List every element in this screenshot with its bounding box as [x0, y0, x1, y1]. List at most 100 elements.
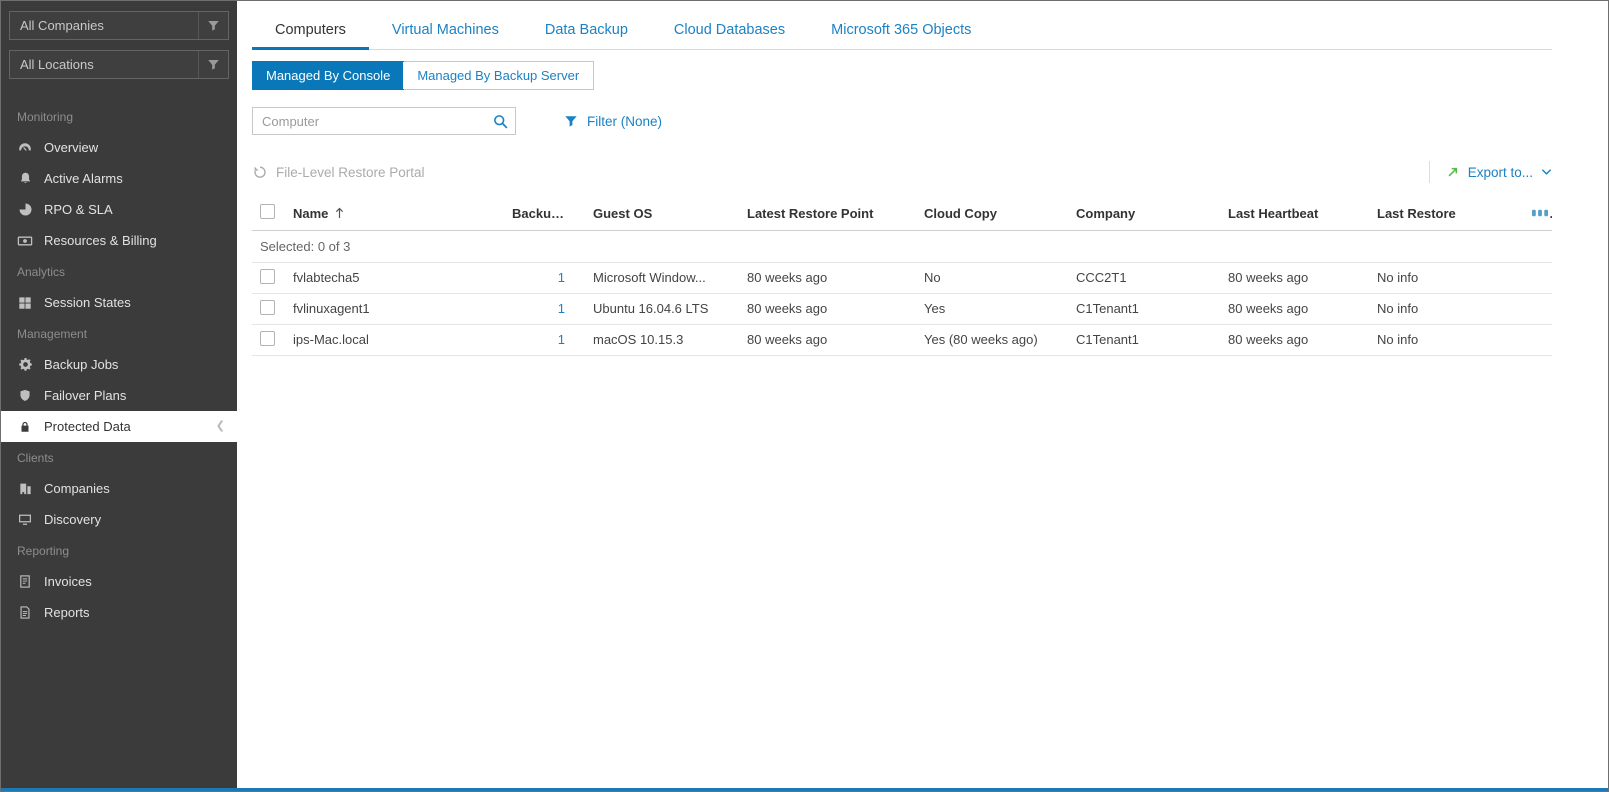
- cell-name: fvlabtecha5: [293, 262, 512, 294]
- tab-microsoft-365-objects[interactable]: Microsoft 365 Objects: [808, 22, 994, 49]
- row-checkbox[interactable]: [260, 268, 275, 284]
- sidebar-item-label: Backup Jobs: [44, 357, 119, 372]
- company-filter-value: All Companies: [20, 18, 104, 33]
- file-level-restore-portal-button[interactable]: File-Level Restore Portal: [252, 164, 425, 180]
- sidebar-item-label: Reports: [44, 605, 90, 620]
- search-icon[interactable]: [492, 113, 509, 130]
- shield-icon: [17, 388, 33, 404]
- sidebar-item-failover-plans[interactable]: Failover Plans: [1, 380, 237, 411]
- sidebar-section-clients: Clients: [17, 450, 54, 465]
- table-row[interactable]: fvlinuxagent1 1 Ubuntu 16.04.6 LTS 80 we…: [252, 293, 1552, 325]
- backups-link[interactable]: 1: [558, 270, 565, 285]
- sidebar-item-label: Overview: [44, 140, 99, 155]
- sidebar-section-analytics: Analytics: [17, 264, 66, 279]
- backups-link[interactable]: 1: [558, 332, 565, 347]
- report-icon: [17, 605, 33, 621]
- columns-icon[interactable]: [1532, 208, 1549, 218]
- cell-name: ips-Mac.local: [293, 324, 512, 356]
- selection-summary-row: Selected: 0 of 3: [252, 230, 1552, 263]
- sidebar-item-label: Resources & Billing: [44, 233, 157, 248]
- sidebar-section-management: Management: [17, 326, 88, 341]
- sidebar-item-discovery[interactable]: Discovery: [1, 504, 237, 535]
- window-bottom-accent: [1, 788, 1608, 791]
- sidebar-nav: Monitoring Overview Active Alarms RPO & …: [1, 101, 237, 628]
- column-header-cloud-copy[interactable]: Cloud Copy: [924, 197, 1076, 231]
- cell-guest-os: Microsoft Window...: [593, 262, 747, 294]
- sidebar-item-label: Session States: [44, 295, 131, 310]
- column-header-latest-restore-point[interactable]: Latest Restore Point: [747, 197, 924, 231]
- sidebar-item-protected-data[interactable]: Protected Data ❮: [1, 411, 237, 442]
- managed-by-console-button[interactable]: Managed By Console: [252, 61, 405, 90]
- sidebar-item-active-alarms[interactable]: Active Alarms: [1, 163, 237, 194]
- funnel-icon: [564, 114, 578, 128]
- tab-data-backup[interactable]: Data Backup: [522, 22, 651, 49]
- column-header-company[interactable]: Company: [1076, 197, 1228, 231]
- computer-search-box: [252, 107, 516, 135]
- column-header-guest-os[interactable]: Guest OS: [593, 197, 747, 231]
- computer-search-input[interactable]: [262, 113, 492, 129]
- sidebar-section-reporting: Reporting: [17, 543, 70, 558]
- funnel-icon[interactable]: [198, 12, 228, 39]
- managed-by-toggle: Managed By Console Managed By Backup Ser…: [252, 61, 595, 90]
- sidebar-item-label: Active Alarms: [44, 171, 123, 186]
- sidebar-item-backup-jobs[interactable]: Backup Jobs: [1, 349, 237, 380]
- export-to-button[interactable]: Export to...: [1446, 165, 1552, 180]
- export-to-label: Export to...: [1467, 164, 1533, 180]
- computers-table: Name Backups Guest OS Latest Restore Poi…: [252, 197, 1552, 356]
- sidebar-item-label: Invoices: [44, 574, 92, 589]
- pie-clock-icon: [17, 202, 33, 218]
- table-row[interactable]: fvlabtecha5 1 Microsoft Window... 80 wee…: [252, 262, 1552, 294]
- filter-button[interactable]: Filter (None): [564, 114, 662, 129]
- cell-company: C1Tenant1: [1076, 293, 1228, 325]
- app-window: All Companies All Locations Monitoring O: [0, 0, 1609, 792]
- cell-last-restore: No info: [1377, 262, 1532, 294]
- sidebar-item-companies[interactable]: Companies: [1, 473, 237, 504]
- row-checkbox[interactable]: [260, 330, 275, 346]
- column-header-last-restore[interactable]: Last Restore: [1377, 197, 1532, 231]
- main-content: Computers Virtual Machines Data Backup C…: [237, 1, 1608, 788]
- cell-last-heartbeat: 80 weeks ago: [1228, 293, 1377, 325]
- restore-icon: [252, 164, 268, 180]
- toolbar-divider: [1428, 161, 1430, 183]
- row-checkbox[interactable]: [260, 299, 275, 315]
- location-filter-value: All Locations: [20, 57, 94, 72]
- sidebar-item-label: RPO & SLA: [44, 202, 113, 217]
- sidebar-section-monitoring: Monitoring: [17, 109, 74, 124]
- column-header-backups[interactable]: Backups: [512, 197, 593, 231]
- backups-link[interactable]: 1: [558, 301, 565, 316]
- arrow-up-right-icon: [1446, 165, 1460, 179]
- cell-cloud-copy: Yes (80 weeks ago): [924, 324, 1076, 356]
- sidebar-item-label: Protected Data: [44, 419, 131, 434]
- sidebar-item-session-states[interactable]: Session States: [1, 287, 237, 318]
- invoice-icon: [17, 574, 33, 590]
- company-filter-dropdown[interactable]: All Companies: [9, 11, 229, 40]
- table-row[interactable]: ips-Mac.local 1 macOS 10.15.3 80 weeks a…: [252, 324, 1552, 356]
- sidebar-item-resources-billing[interactable]: Resources & Billing: [1, 225, 237, 256]
- funnel-icon[interactable]: [198, 51, 228, 78]
- cell-name: fvlinuxagent1: [293, 293, 512, 325]
- cell-guest-os: macOS 10.15.3: [593, 324, 747, 356]
- cell-latest-restore-point: 80 weeks ago: [747, 324, 924, 356]
- sidebar-item-label: Companies: [44, 481, 110, 496]
- location-filter-dropdown[interactable]: All Locations: [9, 50, 229, 79]
- sort-ascending-icon: [335, 207, 344, 219]
- sidebar-item-overview[interactable]: Overview: [1, 132, 237, 163]
- cell-guest-os: Ubuntu 16.04.6 LTS: [593, 293, 747, 325]
- managed-by-backup-server-button[interactable]: Managed By Backup Server: [403, 62, 594, 89]
- cell-latest-restore-point: 80 weeks ago: [747, 293, 924, 325]
- sidebar-item-rpo-sla[interactable]: RPO & SLA: [1, 194, 237, 225]
- tab-cloud-databases[interactable]: Cloud Databases: [651, 22, 808, 49]
- sidebar-item-invoices[interactable]: Invoices: [1, 566, 237, 597]
- cell-company: C1Tenant1: [1076, 324, 1228, 356]
- lock-icon: [17, 419, 33, 435]
- cell-last-restore: No info: [1377, 293, 1532, 325]
- chevron-left-icon: ❮: [215, 420, 225, 432]
- column-header-name[interactable]: Name: [293, 197, 512, 231]
- column-header-last-heartbeat[interactable]: Last Heartbeat: [1228, 197, 1377, 231]
- tab-computers[interactable]: Computers: [252, 22, 369, 50]
- monitor-icon: [17, 512, 33, 528]
- select-all-checkbox[interactable]: [260, 204, 275, 220]
- table-header-row: Name Backups Guest OS Latest Restore Poi…: [252, 197, 1552, 231]
- tab-virtual-machines[interactable]: Virtual Machines: [369, 22, 522, 49]
- sidebar-item-reports[interactable]: Reports: [1, 597, 237, 628]
